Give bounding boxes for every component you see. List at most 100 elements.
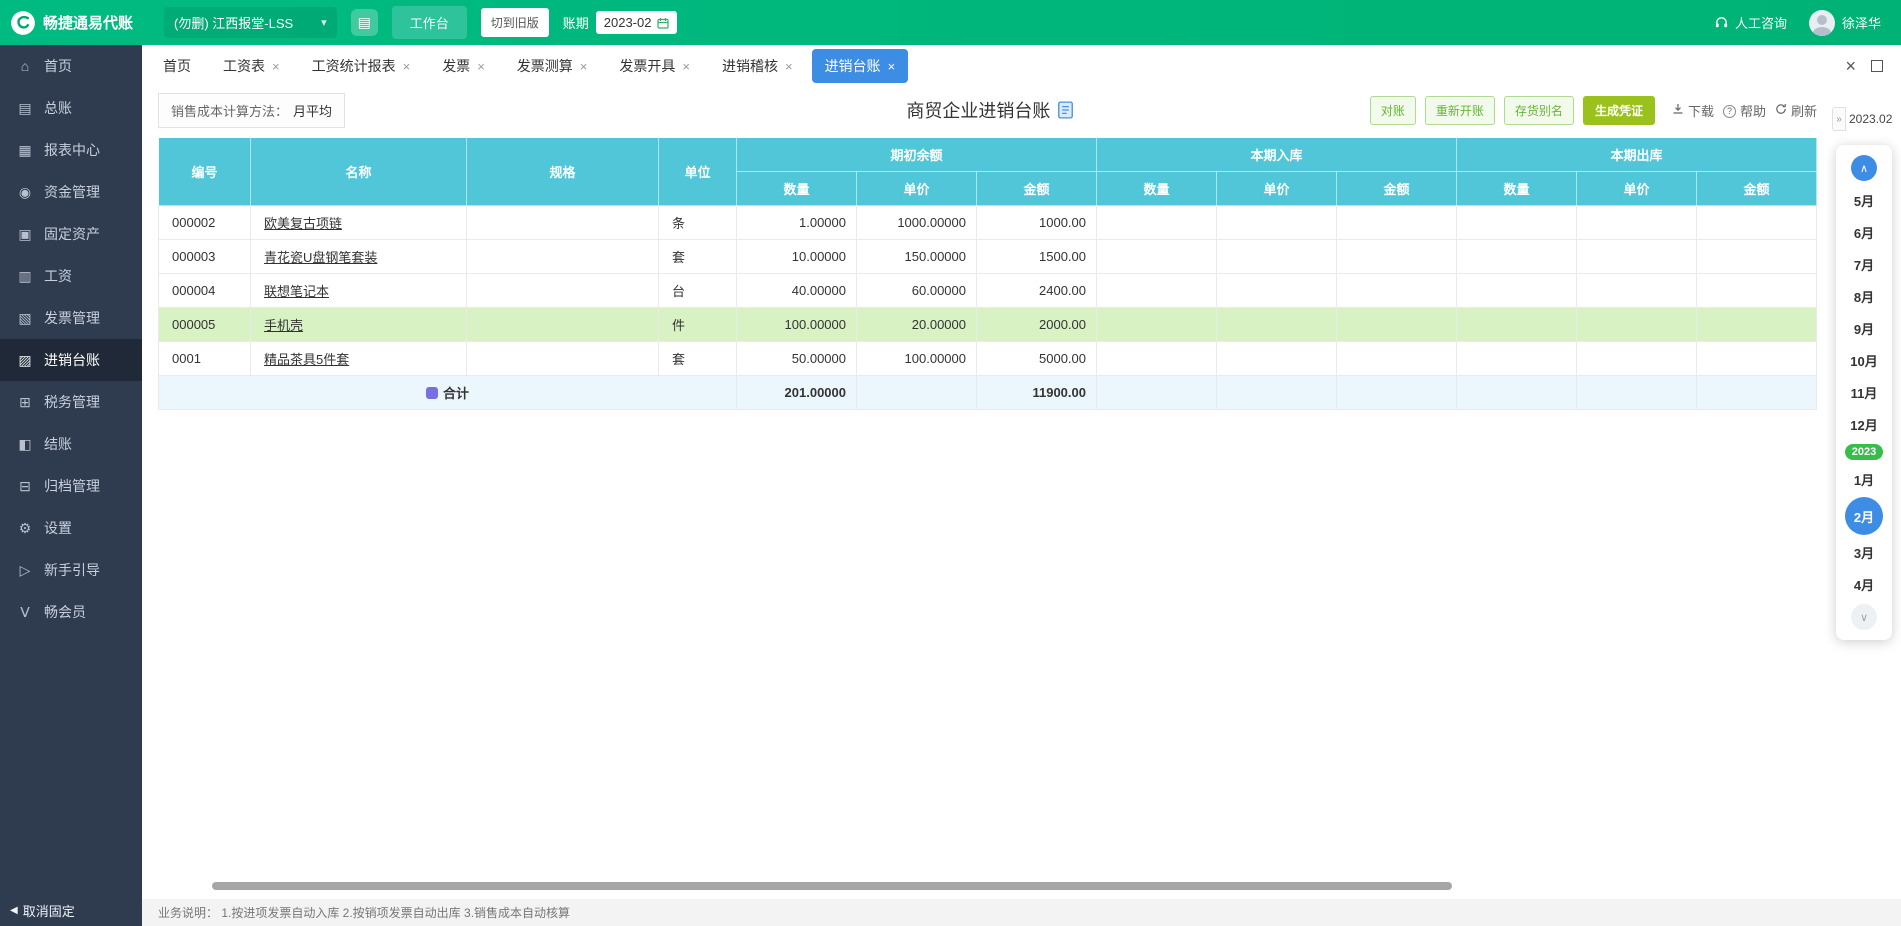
month-item[interactable]: 7月 [1844, 250, 1884, 279]
item-name-cell: 欧美复古项链 [250, 205, 467, 240]
sub-column-header[interactable]: 金额 [976, 171, 1097, 206]
clipboard-icon[interactable]: ▤ [350, 9, 378, 36]
toolbar-link-1[interactable]: 下载 [1672, 101, 1714, 120]
scroll-down-icon[interactable]: ∨ [1851, 604, 1877, 630]
month-item[interactable]: 2月 [1845, 497, 1883, 535]
month-item[interactable]: 6月 [1844, 218, 1884, 247]
table-row[interactable]: 000004 联想笔记本 台 40.00000 60.00000 2400.00 [158, 273, 1817, 308]
sidebar-item-7[interactable]: ▧ 发票管理 [0, 297, 142, 339]
sidebar-item-11[interactable]: ⊟ 归档管理 [0, 465, 142, 507]
sidebar-item-5[interactable]: ▣ 固定资产 [0, 213, 142, 255]
item-name-link[interactable]: 联想笔记本 [264, 284, 329, 299]
column-header[interactable]: 规格 [466, 137, 659, 206]
workbench-button[interactable]: 工作台 [391, 6, 467, 39]
close-icon[interactable]: × [888, 60, 896, 73]
month-item[interactable]: 4月 [1844, 570, 1884, 599]
sub-column-header[interactable]: 单价 [1216, 171, 1337, 206]
close-icon[interactable]: × [403, 60, 411, 73]
period-label: 账期 [562, 16, 589, 31]
column-header[interactable]: 名称 [250, 137, 467, 206]
table-row[interactable]: 000005 手机壳 件 100.00000 20.00000 2000.00 [158, 307, 1817, 342]
month-item[interactable]: 8月 [1844, 282, 1884, 311]
empty-cell [856, 375, 977, 410]
month-item[interactable]: 10月 [1844, 346, 1884, 375]
tab-3[interactable]: 工资统计报表 × [299, 49, 424, 83]
sidebar-item-14[interactable]: Ⅴ 畅会员 [0, 591, 142, 633]
generate-voucher-button[interactable]: 生成凭证 [1582, 95, 1655, 125]
tab-8[interactable]: 进销台账 × [811, 49, 909, 83]
close-icon[interactable]: × [477, 60, 485, 73]
tab-6[interactable]: 发票开具 × [606, 49, 703, 83]
item-code-cell: 0001 [158, 341, 251, 376]
close-icon[interactable]: × [785, 60, 793, 73]
toolbar-link-2[interactable]: ? 帮助 [1722, 101, 1766, 120]
empty-cell [1096, 273, 1217, 308]
sub-column-header[interactable]: 数量 [1096, 171, 1217, 206]
item-name-link[interactable]: 欧美复古项链 [264, 216, 342, 231]
sub-column-header[interactable]: 金额 [1696, 171, 1817, 206]
toolbar-button-2[interactable]: 重新开账 [1424, 95, 1495, 125]
sub-column-header[interactable]: 金额 [1336, 171, 1457, 206]
topbar: 畅捷通易代账 (勿删) 江西报堂-LSS ▾ ▤ 工作台 切到旧版 账期 202… [0, 0, 1901, 45]
table-row[interactable]: 000002 欧美复古项链 条 1.00000 1000.00000 1000.00 [158, 205, 1817, 240]
horizontal-scrollbar[interactable] [212, 882, 1452, 890]
month-item[interactable]: 11月 [1844, 378, 1884, 407]
item-name-link[interactable]: 精品茶具5件套 [264, 352, 349, 367]
month-item[interactable]: 1月 [1844, 465, 1884, 494]
toolbar-link-3[interactable]: 刷新 [1775, 101, 1817, 120]
table-row[interactable]: 000003 青花瓷U盘钢笔套装 套 10.00000 150.00000 1500.00 [158, 239, 1817, 274]
month-item[interactable]: 9月 [1844, 314, 1884, 343]
month-item[interactable]: 5月 [1844, 186, 1884, 215]
month-item[interactable]: 12月 [1844, 410, 1884, 439]
close-icon[interactable]: × [272, 60, 280, 73]
chevron-down-icon: ▾ [321, 17, 327, 29]
month-item[interactable]: 3月 [1844, 538, 1884, 567]
scroll-up-icon[interactable]: ∧ [1851, 155, 1877, 181]
empty-cell [1696, 307, 1817, 342]
collapse-panel-icon[interactable]: » [1832, 107, 1846, 131]
sidebar-item-12[interactable]: ⚙ 设置 [0, 507, 142, 549]
sidebar-item-10[interactable]: ◧ 结账 [0, 423, 142, 465]
close-icon[interactable]: × [682, 60, 690, 73]
company-selector[interactable]: (勿删) 江西报堂-LSS ▾ [164, 7, 337, 38]
empty-cell [1576, 205, 1697, 240]
sidebar-item-2[interactable]: ▤ 总账 [0, 87, 142, 129]
sidebar-item-3[interactable]: ▦ 报表中心 [0, 129, 142, 171]
sub-column-header[interactable]: 数量 [736, 171, 857, 206]
column-header[interactable]: 编号 [158, 137, 251, 206]
tab-4[interactable]: 发票 × [429, 49, 498, 83]
table-row[interactable]: 0001 精品茶具5件套 套 50.00000 100.00000 5000.00 [158, 341, 1817, 376]
toolbar-button-3[interactable]: 存货别名 [1503, 95, 1574, 125]
switch-old-version-button[interactable]: 切到旧版 [480, 8, 549, 37]
tab-7[interactable]: 进销稽核 × [709, 49, 806, 83]
close-all-tabs-icon[interactable]: × [1845, 57, 1856, 75]
item-name-link[interactable]: 青花瓷U盘钢笔套装 [264, 250, 377, 265]
sidebar-item-13[interactable]: ▷ 新手引导 [0, 549, 142, 591]
toolbar-button-1[interactable]: 对账 [1369, 95, 1416, 125]
sub-column-header[interactable]: 单价 [856, 171, 977, 206]
sub-column-header[interactable]: 数量 [1456, 171, 1577, 206]
support-link[interactable]: 人工咨询 [1714, 13, 1787, 32]
tab-1[interactable]: 首页 [150, 49, 204, 83]
fullscreen-icon[interactable] [1871, 60, 1883, 72]
period-selector[interactable]: 2023-02 [595, 11, 678, 34]
asset-icon: ▣ [18, 225, 32, 242]
total-amount-cell: 11900.00 [976, 375, 1097, 410]
sidebar-item-9[interactable]: ⊞ 税务管理 [0, 381, 142, 423]
sidebar-item-8[interactable]: ▨ 进销台账 [0, 339, 142, 381]
sidebar-item-6[interactable]: ▥ 工资 [0, 255, 142, 297]
column-header[interactable]: 单位 [658, 137, 737, 206]
tab-5[interactable]: 发票测算 × [504, 49, 601, 83]
tab-label: 进销稽核 [721, 58, 778, 74]
sidebar-item-1[interactable]: ⌂ 首页 [0, 45, 142, 87]
close-icon[interactable]: × [580, 60, 588, 73]
sidebar-item-4[interactable]: ◉ 资金管理 [0, 171, 142, 213]
unpin-button[interactable]: ◀ 取消固定 [10, 901, 75, 920]
accounting-period: 账期 2023-02 [563, 11, 678, 34]
sub-column-header[interactable]: 单价 [1576, 171, 1697, 206]
empty-cell [1216, 239, 1337, 274]
item-name-link[interactable]: 手机壳 [264, 318, 303, 333]
user-menu[interactable]: 徐泽华 [1808, 9, 1881, 36]
tab-2[interactable]: 工资表 × [210, 49, 293, 83]
sidebar-menu: ⌂ 首页 ▤ 总账 ▦ 报表中心 ◉ 资金管理 ▣ 固定资产 ▥ 工资 ▧ 发票管理 ▨ 进销台账 ⊞ 税务管理 ◧… [0, 45, 142, 633]
